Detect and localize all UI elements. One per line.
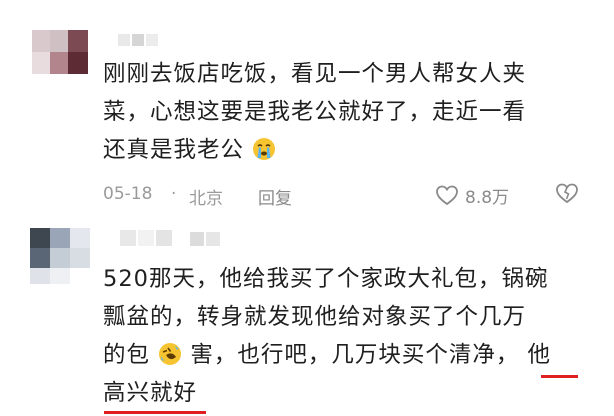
comment-line: 520那天，他给我买了个家政大礼包，锅碗: [103, 266, 549, 292]
highlight-underline: [541, 375, 578, 378]
date: 05-18: [103, 184, 153, 204]
location: 北京: [189, 189, 223, 209]
rolling-laughing-face-icon: [159, 343, 182, 365]
username[interactable]: [118, 34, 158, 48]
reply-button[interactable]: 回复: [258, 184, 292, 209]
like-button[interactable]: 8.8万: [435, 180, 509, 210]
comment-line: 菜，心想这要是我老公就好了，走近一看: [103, 99, 527, 125]
separator: ·: [171, 184, 177, 204]
comment-meta: 05-18 · 北京 回复 8.8万: [103, 180, 603, 210]
avatar[interactable]: [20, 22, 100, 84]
comment-line: 还真是我老公: [103, 131, 526, 169]
username[interactable]: [120, 230, 230, 248]
comment-line: 高兴就好: [103, 380, 198, 406]
crying-face-icon: [253, 138, 276, 160]
comment-text: 520那天，他给我买了个家政大礼包，锅碗 瓢盆的，转身就发现他给对象买了个几万 …: [103, 260, 551, 412]
heart-icon: [436, 185, 458, 206]
avatar[interactable]: [24, 222, 104, 288]
comment-text: 刚刚去饭店吃饭，看见一个男人帮女人夹 菜，心想这要是我老公就好了，走近一看 还真…: [103, 55, 526, 169]
comment-line: 的包 害，也行吧，几万块买个清净， 他: [103, 342, 552, 368]
highlight-underline: [104, 411, 206, 414]
comment-line: 瓢盆的，转身就发现他给对象买了个几万: [103, 304, 527, 330]
broken-heart-icon[interactable]: [555, 182, 579, 204]
like-count: 8.8万: [465, 187, 510, 208]
comment-line: 刚刚去饭店吃饭，看见一个男人帮女人夹: [103, 61, 527, 87]
